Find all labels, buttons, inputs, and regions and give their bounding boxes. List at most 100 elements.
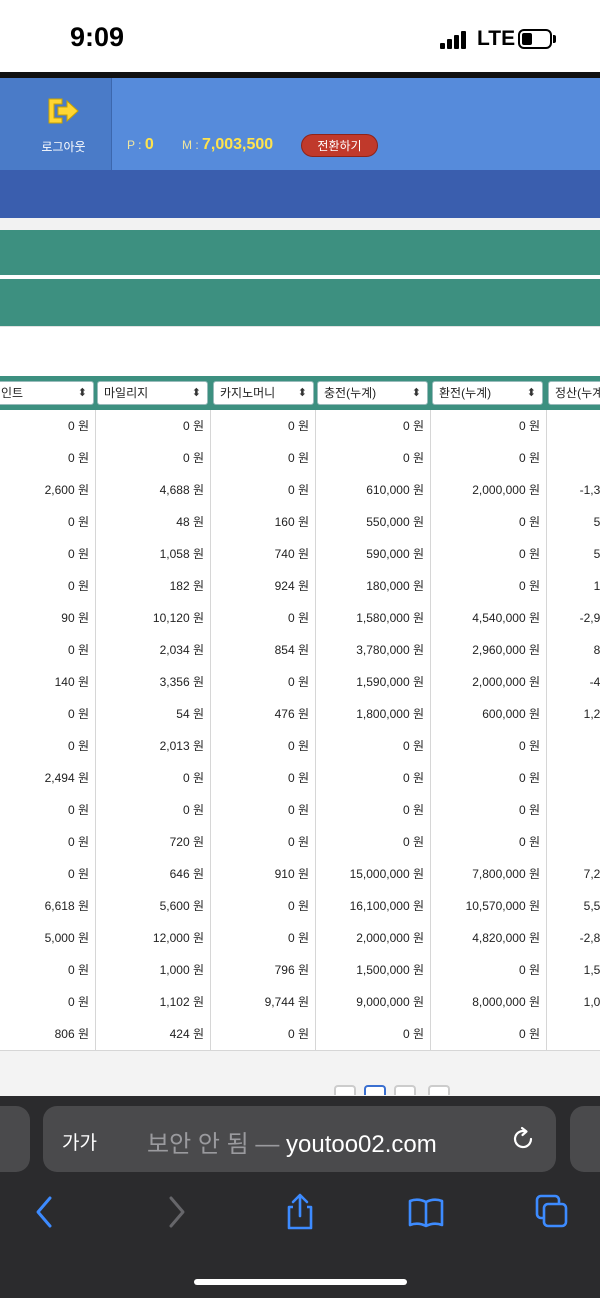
switch-button[interactable]: 전환하기 (301, 134, 378, 157)
table-row: 0 원 1,102 원 9,744 원 9,000,000 원 8,000,000 원 1… (0, 986, 600, 1019)
table-cell: 0 원 (211, 1018, 316, 1050)
table-cell: 740 원 (211, 538, 316, 570)
share-icon[interactable] (280, 1192, 320, 1232)
table-row: 140 원3,356 원0 원1,590,000 원2,000,000 원 -41 (0, 666, 600, 699)
table-cell: 160 원 (211, 506, 316, 538)
table-cell: 59 (593, 547, 600, 561)
header-left-tab[interactable] (0, 78, 17, 170)
section-gap (0, 218, 600, 230)
table-cell: 854 원 (211, 634, 316, 666)
table-cell: 0 원 (431, 538, 547, 570)
table-row: 90 원 10,120 원0 원 1,580,000 원 4,540,000 원 -2,… (0, 602, 600, 635)
table-cell: 0 원 (0, 410, 96, 442)
table-cell: 1,580,000 원 (316, 602, 431, 634)
page-button[interactable] (334, 1085, 356, 1095)
page-button-active[interactable] (364, 1085, 386, 1095)
table-cell: 1,20 (583, 707, 600, 721)
bookmarks-icon[interactable] (406, 1192, 446, 1232)
column-header[interactable]: 환전(누계) ⬍ (432, 381, 543, 405)
reload-icon[interactable] (509, 1125, 537, 1153)
logout-label: 로그아웃 (41, 140, 86, 154)
table-cell: 4,540,000 원 (431, 602, 547, 634)
logout-button[interactable]: 로그아웃 (16, 78, 112, 170)
sort-icon: ⬍ (297, 387, 307, 399)
sort-icon: ⬍ (77, 387, 87, 399)
back-icon[interactable] (26, 1192, 66, 1232)
table-cell: 0 원 (316, 762, 431, 794)
table-cell: 1,500,000 원 (316, 954, 431, 986)
prev-tab-preview[interactable] (0, 1106, 30, 1172)
table-cell (547, 762, 600, 794)
table-cell: 0 원 (211, 602, 316, 634)
table-row: 806 원 424 원0 원0 원0 원 (0, 1018, 600, 1051)
table-cell: 0 원 (431, 826, 547, 858)
teal-bar-bottom (0, 279, 600, 326)
table-cell: 18 (593, 579, 600, 593)
table-cell: 2,000,000 원 (431, 666, 547, 698)
table-cell (547, 826, 600, 858)
table-cell: 600,000 원 (431, 698, 547, 730)
table-row: 0 원646 원910 원15,000,000 원7,800,000 원 7,20 (0, 858, 600, 891)
column-header-label: 정산(누계 (555, 386, 600, 400)
page-button[interactable] (394, 1085, 416, 1095)
sort-icon: ⬍ (526, 387, 536, 399)
table-cell: 0 원 (316, 410, 431, 442)
table-row: 0 원0 원0 원0 원0 원 (0, 794, 600, 827)
battery-icon (518, 29, 552, 49)
table-cell: 0 원 (431, 410, 547, 442)
money-value: 7,003,500 (202, 136, 274, 153)
table-cell: 424 원 (96, 1018, 211, 1050)
next-tab-preview[interactable] (570, 1106, 600, 1172)
table-cell (547, 410, 600, 442)
table-footer (0, 1051, 600, 1096)
column-header[interactable]: 마일리지 ⬍ (97, 381, 208, 405)
table-cell: 3,780,000 원 (316, 634, 431, 666)
table-cell: 90 원 (0, 602, 96, 634)
forward-icon[interactable] (155, 1192, 195, 1232)
table-cell: 0 원 (316, 442, 431, 474)
table-cell: 0 원 (0, 858, 96, 890)
table-cell: 0 원 (316, 794, 431, 826)
network-label: LTE (477, 27, 516, 50)
table-cell: 140 원 (0, 666, 96, 698)
table-cell: 0 원 (211, 474, 316, 506)
text-size-button[interactable]: 가가 (62, 1128, 97, 1155)
column-header[interactable]: 카지노머니 ⬍ (213, 381, 314, 405)
column-header[interactable]: 인트 ⬍ (0, 381, 94, 405)
table-row: 0 원 2,013 원0 원0 원0 원 (0, 730, 600, 763)
table-cell: -2,96 (579, 611, 600, 625)
table-cell: 0 원 (0, 826, 96, 858)
table-cell: 0 원 (316, 826, 431, 858)
table-row: 2,494 원0 원0 원0 원0 원 (0, 762, 600, 795)
table-row: 0 원48 원160 원550,000 원0 원55 (0, 506, 600, 539)
column-header[interactable]: 정산(누계 (548, 381, 600, 405)
table-cell: 5,600 원 (96, 890, 211, 922)
table-cell: 2,600 원 (0, 474, 96, 506)
table-cell: 0 원 (0, 442, 96, 474)
table-cell (547, 1018, 600, 1050)
table-cell: 8,000,000 원 (431, 986, 547, 1018)
money-display: M : 7,003,500 (182, 136, 273, 154)
nav-bar[interactable] (0, 170, 600, 218)
column-header[interactable]: 충전(누계) ⬍ (317, 381, 428, 405)
money-label: M : (182, 138, 199, 152)
table-cell: 0 원 (211, 666, 316, 698)
points-display: P : 0 (127, 136, 154, 154)
table-cell: 16,100,000 원 (316, 890, 431, 922)
page-button[interactable] (428, 1085, 450, 1095)
table-cell: 0 원 (211, 730, 316, 762)
table-row: 0 원1,000 원796 원1,500,000 원0 원1,50 (0, 954, 600, 987)
tabs-icon[interactable] (532, 1192, 572, 1232)
table-cell: 1,800,000 원 (316, 698, 431, 730)
table-cell: 2,034 원 (96, 634, 211, 666)
signal-icon (440, 31, 470, 49)
url-text[interactable]: 보안 안 됨 — youtoo02.com (147, 1124, 437, 1159)
table-row: 6,618 원 5,600 원0 원 16,100,000 원 10,570,000 … (0, 890, 600, 923)
table-cell: 2,960,000 원 (431, 634, 547, 666)
table-header: 인트 ⬍ 마일리지 ⬍ 카지노머니 ⬍ 충전(누계) ⬍ 환전(누계) ⬍ 정산(누계 (0, 376, 600, 410)
table-cell: -41 (589, 675, 600, 689)
table-cell: 0 원 (0, 538, 96, 570)
battery-tip (553, 35, 556, 43)
table-cell: 0 원 (211, 890, 316, 922)
table-row: 0 원 720 원0 원0 원0 원 (0, 826, 600, 859)
